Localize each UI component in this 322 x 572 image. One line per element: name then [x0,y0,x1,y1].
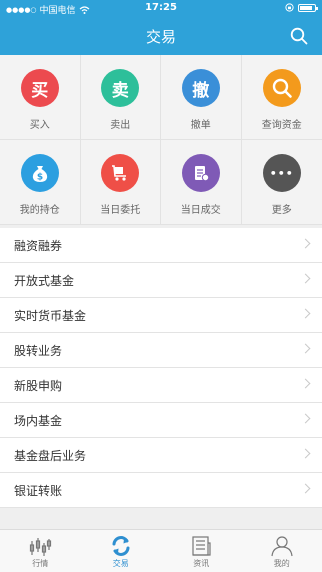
status-time: 17:25 [145,2,177,13]
action-buy[interactable]: 买 买入 [0,55,81,140]
tab-mine[interactable]: 我的 [242,530,322,572]
trade-exchange-icon [112,536,130,556]
chevron-right-icon [300,413,311,424]
search-icon[interactable] [290,27,308,45]
action-sell[interactable]: 卖 卖出 [80,55,161,140]
buy-icon: 买 [20,69,59,107]
menu-item-after-hours-fund[interactable]: 基金盘后业务 [0,438,322,473]
action-label: 撤单 [190,120,211,131]
action-label: 查询资金 [261,120,302,131]
tab-news[interactable]: 资讯 [161,530,242,572]
action-my-holdings[interactable]: $ 我的持仓 [0,140,81,225]
menu-item-label: 场内基金 [14,413,63,428]
menu-item-exchange-fund[interactable]: 场内基金 [0,403,322,438]
tab-label: 我的 [273,559,290,568]
nav-bar: 交易 [0,16,322,55]
menu-item-label: 基金盘后业务 [14,448,87,463]
chevron-right-icon [300,343,311,354]
cart-icon [101,154,140,192]
profile-icon [271,536,293,557]
action-today-orders[interactable]: 当日委托 [80,140,161,225]
battery-icon [298,3,318,12]
menu-item-label: 开放式基金 [14,273,75,288]
news-icon [192,536,211,556]
page-title: 交易 [145,28,176,46]
chevron-right-icon [300,483,311,494]
menu-item-label: 实时货币基金 [14,308,87,323]
menu-item-label: 新股申购 [14,378,63,393]
menu-item-label: 股转业务 [14,343,63,358]
menu-item-label: 融资融券 [14,238,63,253]
tab-market[interactable]: 行情 [0,530,81,572]
sell-icon: 卖 [101,69,140,107]
menu-item-share-transfer[interactable]: 股转业务 [0,333,322,368]
more-icon: ••• [262,154,301,192]
menu-item-margin-trading[interactable]: 融资融券 [0,228,322,263]
market-chart-icon [30,538,52,556]
action-label: 买入 [29,120,50,131]
chevron-right-icon [300,308,311,319]
menu-item-open-fund[interactable]: 开放式基金 [0,263,322,298]
tab-label: 资讯 [193,559,210,568]
chevron-right-icon [300,378,311,389]
bottom-tab-bar: 行情 交易 资讯 我的 [0,529,322,572]
svg-text:$: $ [37,173,43,183]
money-bag-icon: $ [20,154,59,192]
tab-trade[interactable]: 交易 [81,530,162,572]
search-funds-icon [262,69,301,107]
action-label: 卖出 [110,120,131,131]
action-today-trades[interactable]: 当日成交 [161,140,242,225]
menu-item-ipo-subscription[interactable]: 新股申购 [0,368,322,403]
action-label: 当日成交 [180,205,221,216]
action-cancel-order[interactable]: 撤 撤单 [161,55,242,140]
action-label: 更多 [271,205,292,216]
menu-item-label: 银证转账 [14,483,63,498]
chevron-right-icon [300,273,311,284]
menu-item-money-fund[interactable]: 实时货币基金 [0,298,322,333]
coins-icon [181,154,220,192]
action-more[interactable]: ••• 更多 [241,140,322,225]
cancel-order-icon: 撤 [181,69,220,107]
action-query-funds[interactable]: 查询资金 [241,55,322,140]
chevron-right-icon [300,238,311,249]
status-right [285,3,318,12]
action-label: 当日委托 [100,205,141,216]
orientation-lock-icon [285,3,294,12]
status-bar: ●●●●○ 中国电信 17:25 [0,0,322,16]
chevron-right-icon [300,448,311,459]
service-menu-list: 融资融券 开放式基金 实时货币基金 股转业务 新股申购 场内基金 基金盘后业务 … [0,228,322,508]
tab-label: 交易 [112,559,129,568]
action-label: 我的持仓 [19,205,60,216]
menu-item-bank-transfer[interactable]: 银证转账 [0,473,322,508]
tab-label: 行情 [32,559,49,568]
quick-action-grid: 买 买入 卖 卖出 撤 撤单 查询资金 $ 我的持仓 当日委托 当日成交 •••… [0,55,322,225]
